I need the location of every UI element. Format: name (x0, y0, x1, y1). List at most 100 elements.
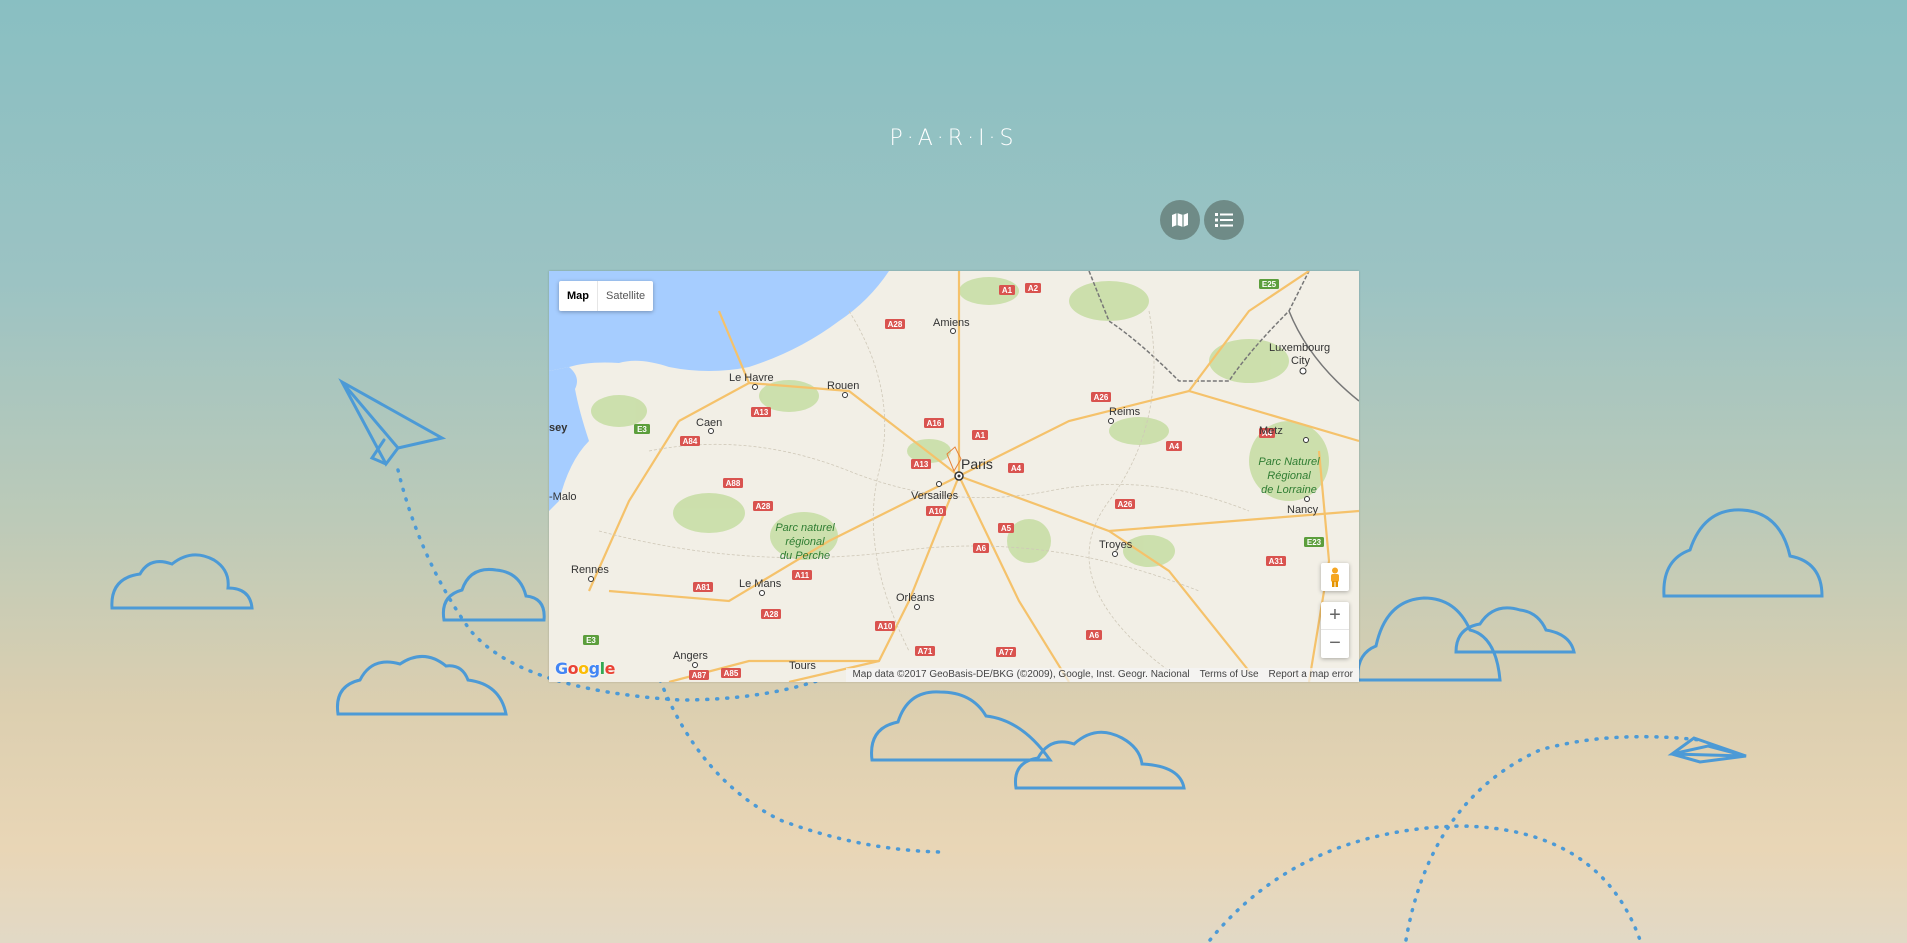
page-title: P·A·R·I·S (889, 126, 1018, 151)
sea-area (549, 367, 589, 511)
map-widget[interactable]: A1 A2 A28 E25 A16 A13 A26 A4 A84 A88 A28… (549, 271, 1359, 682)
road-shield: A11 (792, 570, 812, 580)
svg-text:A16: A16 (927, 419, 942, 428)
map-type-satellite-button[interactable]: Satellite (598, 281, 653, 311)
road-shield: A85 (721, 668, 741, 678)
road-shield: A1 (999, 285, 1015, 295)
dotted-flight-path (1208, 824, 1642, 942)
zoom-out-button[interactable]: − (1321, 630, 1349, 658)
svg-text:A31: A31 (1269, 557, 1284, 566)
city-label-le-havre: Le Havre (729, 372, 774, 384)
city-label-versailles: Versailles (911, 490, 959, 502)
svg-text:A10: A10 (878, 622, 893, 631)
svg-text:A6: A6 (976, 544, 987, 553)
city-label-caen: Caen (696, 417, 722, 429)
cloud-icon (110, 553, 254, 610)
svg-text:A4: A4 (1011, 464, 1022, 473)
road-shield: A28 (761, 609, 781, 619)
road-shield: A16 (924, 418, 944, 428)
road-shield: A10 (875, 621, 895, 631)
city-label-paris: Paris (961, 456, 993, 472)
road-shield: A28 (753, 501, 773, 511)
map-icon (1172, 213, 1188, 227)
cloud-icon (1356, 596, 1502, 682)
city-label-angers: Angers (673, 650, 708, 662)
pegman-icon (1331, 567, 1339, 587)
park-label: Parc naturel (775, 522, 835, 534)
city-label-orleans: Orléans (896, 592, 935, 604)
street-view-pegman-button[interactable] (1321, 563, 1349, 591)
city-label-luxembourg-city: City (1291, 355, 1310, 367)
road-shield: A77 (996, 647, 1016, 657)
road-shield: A81 (693, 582, 713, 592)
road-shield: A2 (1025, 283, 1041, 293)
map-type-control: Map Satellite (559, 281, 654, 311)
park-label: régional (785, 536, 825, 548)
road-shield: E25 (1259, 279, 1279, 289)
map-type-map-button[interactable]: Map (559, 281, 598, 311)
svg-text:A88: A88 (726, 479, 741, 488)
city-label-rennes: Rennes (571, 564, 609, 576)
dotted-flight-path (1404, 734, 1702, 942)
svg-text:A10: A10 (929, 507, 944, 516)
road-shield: A5 (998, 523, 1014, 533)
road-shield: A31 (1266, 556, 1286, 566)
city-label-le-mans: Le Mans (739, 578, 782, 590)
svg-text:A26: A26 (1118, 500, 1133, 509)
cloud-icon (1662, 508, 1824, 598)
road-shield: A88 (723, 478, 743, 488)
svg-text:A28: A28 (756, 502, 771, 511)
svg-text:E3: E3 (586, 636, 596, 645)
paper-plane-icon (338, 378, 447, 467)
road-shield: A4 (1008, 463, 1024, 473)
road-shield: E3 (583, 635, 599, 645)
svg-text:A28: A28 (888, 320, 903, 329)
svg-text:A87: A87 (692, 671, 707, 680)
zoom-in-button[interactable]: + (1321, 602, 1349, 630)
svg-text:A71: A71 (918, 647, 933, 656)
map-canvas[interactable]: A1 A2 A28 E25 A16 A13 A26 A4 A84 A88 A28… (549, 271, 1359, 682)
zoom-control: + − (1321, 602, 1349, 658)
svg-text:A13: A13 (914, 460, 929, 469)
road-shield: A71 (915, 646, 935, 656)
city-label-reims: Reims (1109, 406, 1141, 418)
road-shield: E3 (634, 424, 650, 434)
terms-of-use-link[interactable]: Terms of Use (1200, 668, 1259, 682)
road-shield: A1 (972, 430, 988, 440)
city-label-luxembourg: Luxembourg (1269, 342, 1330, 354)
paper-plane-icon (1667, 736, 1747, 764)
svg-text:A6: A6 (1089, 631, 1100, 640)
svg-text:A77: A77 (999, 648, 1014, 657)
svg-text:E25: E25 (1262, 280, 1277, 289)
city-label-nancy: Nancy (1287, 504, 1319, 516)
cloud-icon (870, 690, 1053, 762)
road-shield: A28 (885, 319, 905, 329)
road-shield: A6 (973, 543, 989, 553)
list-icon (1215, 213, 1233, 227)
city-label-saint-malo: -Malo (549, 491, 577, 503)
park-label: de Lorraine (1261, 484, 1317, 496)
map-attribution-bar: Map data ©2017 GeoBasis-DE/BKG (©2009), … (846, 668, 1359, 682)
road-shield: A13 (911, 459, 931, 469)
city-label-rouen: Rouen (827, 380, 859, 392)
road-shield: E23 (1304, 537, 1324, 547)
google-logo[interactable]: Google (555, 659, 615, 678)
svg-text:E3: E3 (637, 425, 647, 434)
svg-text:A2: A2 (1028, 284, 1039, 293)
road-shield: A6 (1086, 630, 1102, 640)
svg-text:A1: A1 (1002, 286, 1013, 295)
svg-text:A28: A28 (764, 610, 779, 619)
island-label-jersey: sey (549, 422, 568, 434)
svg-text:A5: A5 (1001, 524, 1012, 533)
cloud-icon (441, 567, 546, 622)
dotted-flight-path (658, 678, 942, 854)
road-shield: A84 (680, 436, 700, 446)
map-view-button[interactable] (1160, 200, 1200, 240)
city-label-tours: Tours (789, 660, 816, 672)
svg-text:E23: E23 (1307, 538, 1322, 547)
list-view-button[interactable] (1204, 200, 1244, 240)
city-label-amiens: Amiens (933, 317, 970, 329)
road-shield: A26 (1091, 392, 1111, 402)
road-shield: A10 (926, 506, 946, 516)
report-map-error-link[interactable]: Report a map error (1269, 668, 1353, 682)
